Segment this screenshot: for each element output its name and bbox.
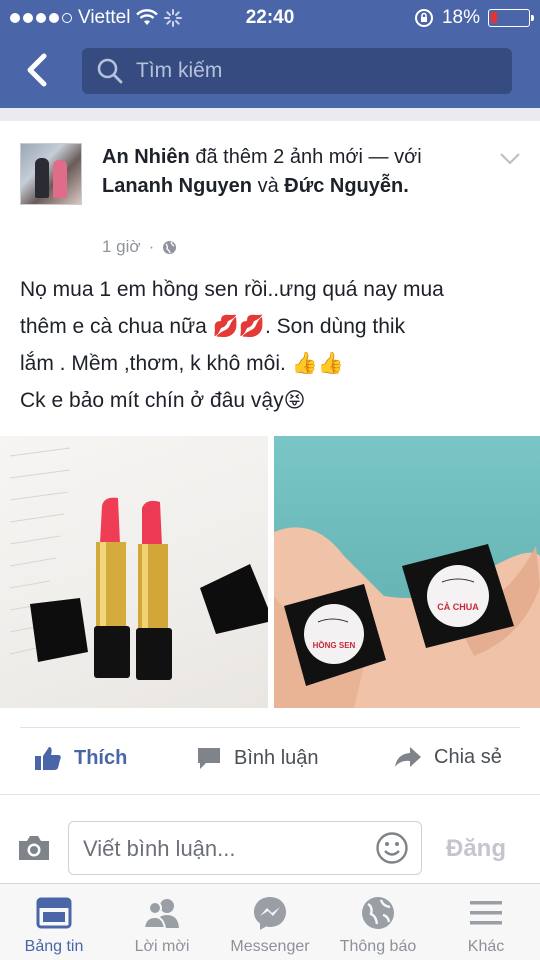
post-photo-2[interactable]: HỒNG SEN CÀ CHUA [274, 436, 540, 708]
thumbs-up-icon [35, 747, 61, 770]
camera-icon[interactable] [16, 833, 52, 863]
tab-news-feed[interactable]: Bảng tin [0, 894, 108, 956]
post-meta: 1 giờ · [102, 237, 177, 257]
tab-label: Messenger [230, 938, 310, 955]
post-photo-1[interactable] [0, 436, 268, 708]
status-bar: Viettel 22:40 18% [0, 0, 540, 36]
post-body-line: Nọ mua 1 em hồng sen rồi..ưng quá nay mu… [20, 278, 444, 301]
tab-label: Bảng tin [24, 938, 84, 955]
share-arrow-icon [395, 747, 421, 767]
back-button[interactable] [22, 52, 52, 88]
and-text: và [257, 175, 279, 197]
post-comment-button[interactable]: Đăng [446, 835, 506, 863]
tagged-user-1[interactable]: Lananh Nguyen [102, 175, 252, 197]
tab-label: Khác [467, 938, 505, 955]
tab-friend-requests[interactable]: Lời mời [108, 894, 216, 956]
with-text: với [394, 146, 422, 168]
back-chevron-icon [27, 53, 47, 87]
tab-label: Lời mời [134, 938, 190, 955]
search-placeholder: Tìm kiếm [136, 59, 223, 82]
post-body: Nọ mua 1 em hồng sen rồi..ưng quá nay mu… [20, 271, 520, 419]
comment-placeholder: Viết bình luận... [83, 836, 236, 861]
author-avatar[interactable] [20, 143, 82, 205]
share-button[interactable]: Chia sẻ [394, 745, 502, 769]
tab-more[interactable]: Khác [432, 894, 540, 956]
news-feed-icon [36, 897, 72, 929]
post-body-line: thêm e cà chua nữa 💋💋. Son dùng thik [20, 315, 406, 338]
tab-messenger[interactable]: Messenger [216, 894, 324, 956]
top-bar: Viettel 22:40 18% Tìm kiếm [0, 0, 540, 108]
post-actions: Thích Bình luận Chia sẻ [0, 729, 540, 789]
chevron-down-icon[interactable] [498, 151, 522, 167]
comment-composer: Viết bình luận... Đăng [0, 811, 540, 883]
tab-label: Thông báo [339, 938, 417, 955]
rotation-lock-icon [414, 9, 433, 27]
emoji-icon[interactable] [375, 831, 409, 865]
comment-label: Bình luận [234, 746, 319, 769]
post-action-text: đã thêm 2 ảnh mới — [195, 146, 389, 168]
search-icon [97, 58, 123, 84]
tab-notifications[interactable]: Thông báo [324, 894, 432, 956]
tagged-user-2[interactable]: Đức Nguyễn. [284, 175, 409, 197]
comment-bubble-icon [198, 748, 220, 769]
post-body-line: Ck e bảo mít chín ở đâu vậy😝 [20, 389, 306, 412]
like-label: Thích [74, 746, 128, 769]
post-time[interactable]: 1 giờ [102, 237, 141, 257]
like-button[interactable]: Thích [34, 745, 127, 771]
comment-input[interactable]: Viết bình luận... [68, 821, 422, 875]
battery-percent: 18% [441, 7, 480, 28]
lipstick-caps-photo: HỒNG SEN CÀ CHUA [274, 527, 540, 708]
menu-icon [470, 901, 502, 925]
friend-requests-icon [142, 899, 179, 929]
globe-privacy-icon [163, 240, 177, 254]
photo-label-left: HỒNG SEN [313, 640, 356, 650]
author-name[interactable]: An Nhiên [102, 146, 190, 168]
share-label: Chia sẻ [434, 745, 502, 768]
divider [20, 727, 520, 728]
battery-icon [488, 9, 534, 27]
comment-button[interactable]: Bình luận [196, 745, 319, 771]
search-bar[interactable]: Tìm kiếm [82, 48, 512, 94]
post-body-line: lắm . Mềm ,thơm, k khô môi. 👍👍 [20, 352, 344, 375]
tab-bar: Bảng tin Lời mời Messenger Thông báo Khá… [0, 883, 540, 960]
messenger-icon [254, 897, 286, 930]
post-card: An Nhiên đã thêm 2 ảnh mới — với Lananh … [0, 121, 540, 883]
photo-label-right: CÀ CHUA [437, 602, 479, 612]
post-header: An Nhiên đã thêm 2 ảnh mới — với Lananh … [102, 143, 472, 201]
divider [0, 794, 540, 795]
globe-icon [362, 897, 394, 929]
lipstick-photo [9, 447, 268, 680]
